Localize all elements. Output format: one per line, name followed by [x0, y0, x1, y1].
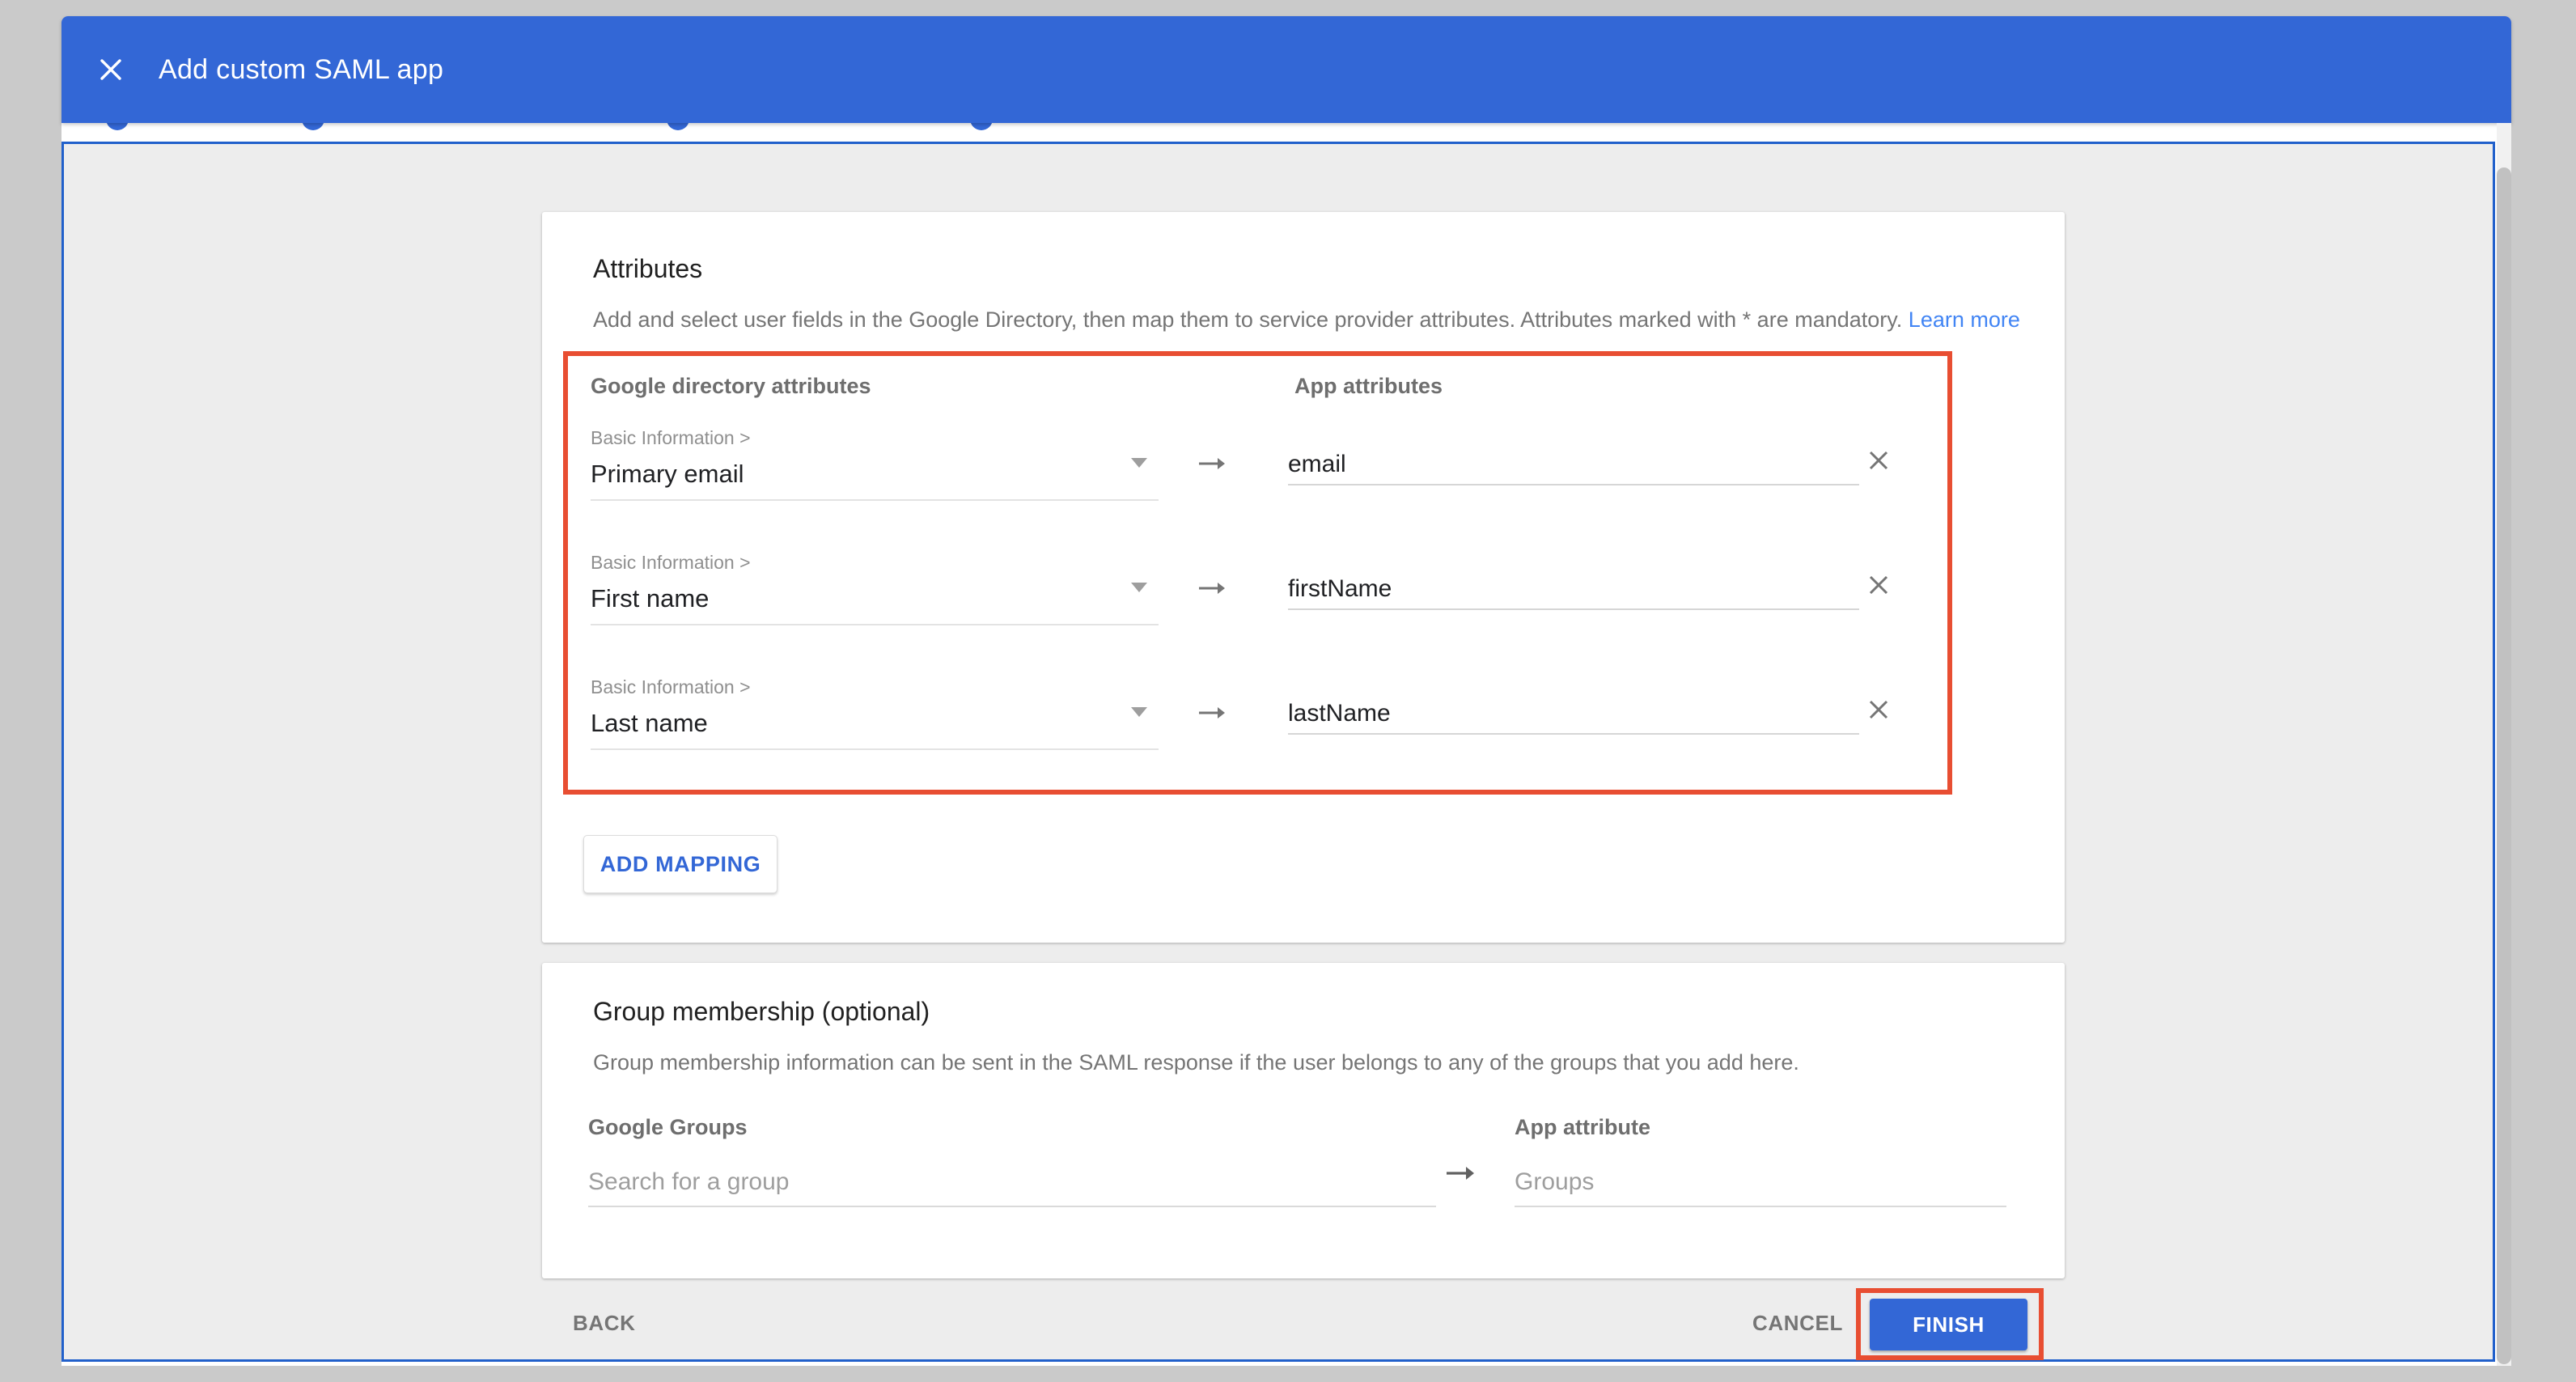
google-groups-label: Google Groups [588, 1115, 748, 1140]
app-attribute-input[interactable] [1288, 445, 1859, 485]
mapping-row: Basic Information > Primary email [591, 422, 1934, 539]
directory-attribute-value: Primary email [591, 460, 744, 489]
field-underline [591, 624, 1159, 625]
cancel-button[interactable]: CANCEL [1752, 1311, 1843, 1336]
remove-icon [1865, 571, 1892, 601]
chevron-down-icon [1131, 583, 1147, 592]
arrow-right-icon [1445, 1164, 1476, 1187]
directory-attribute-category: Basic Information > [591, 676, 751, 698]
dialog-header: Add custom SAML app [61, 16, 2511, 123]
arrow-right-icon [1197, 579, 1227, 601]
app-attribute-label: App attribute [1515, 1115, 1650, 1140]
column-header-app-attributes: App attributes [1294, 374, 1443, 399]
remove-mapping-button[interactable] [1862, 694, 1895, 727]
finish-button[interactable]: FINISH [1870, 1299, 2027, 1350]
app-attribute-input[interactable] [1288, 694, 1859, 735]
directory-attribute-select[interactable]: Primary email [591, 455, 1159, 501]
group-card-title: Group membership (optional) [593, 997, 930, 1027]
directory-attribute-value: Last name [591, 709, 708, 738]
back-button[interactable]: BACK [573, 1311, 636, 1336]
close-button[interactable] [95, 55, 126, 86]
mapping-row: Basic Information > Last name [591, 672, 1934, 788]
attributes-card-title: Attributes [593, 254, 702, 284]
dialog-title: Add custom SAML app [159, 16, 443, 123]
arrow-right-icon [1197, 704, 1227, 726]
learn-more-link[interactable]: Learn more [1909, 307, 2020, 332]
directory-attribute-category: Basic Information > [591, 427, 751, 449]
arrow-right-icon [1197, 455, 1227, 477]
remove-mapping-button[interactable] [1862, 445, 1895, 477]
chevron-down-icon [1131, 458, 1147, 468]
directory-attribute-select[interactable]: First name [591, 579, 1159, 625]
group-search-input[interactable] [588, 1159, 1436, 1207]
close-icon [97, 56, 125, 86]
directory-attribute-value: First name [591, 584, 709, 613]
attributes-description-text: Add and select user fields in the Google… [593, 307, 1902, 332]
group-card-description: Group membership information can be sent… [593, 1050, 1799, 1075]
add-mapping-button[interactable]: ADD MAPPING [583, 835, 777, 893]
remove-icon [1865, 696, 1892, 726]
field-underline [591, 748, 1159, 750]
app-attribute-input[interactable] [1288, 570, 1859, 610]
scrollbar-thumb[interactable] [2497, 167, 2511, 1364]
directory-attribute-category: Basic Information > [591, 552, 751, 574]
group-membership-card: Group membership (optional) Group member… [542, 963, 2065, 1278]
add-custom-saml-app-dialog: Add custom SAML app Attributes Add and s… [0, 0, 2576, 1382]
mapping-row: Basic Information > First name [591, 547, 1934, 663]
group-app-attribute-input[interactable] [1515, 1159, 2006, 1207]
column-header-google-directory-attributes: Google directory attributes [591, 374, 871, 399]
remove-mapping-button[interactable] [1862, 570, 1895, 602]
chevron-down-icon [1131, 707, 1147, 717]
directory-attribute-select[interactable]: Last name [591, 704, 1159, 750]
field-underline [591, 499, 1159, 501]
remove-icon [1865, 447, 1892, 477]
attributes-card-description: Add and select user fields in the Google… [593, 307, 2020, 333]
